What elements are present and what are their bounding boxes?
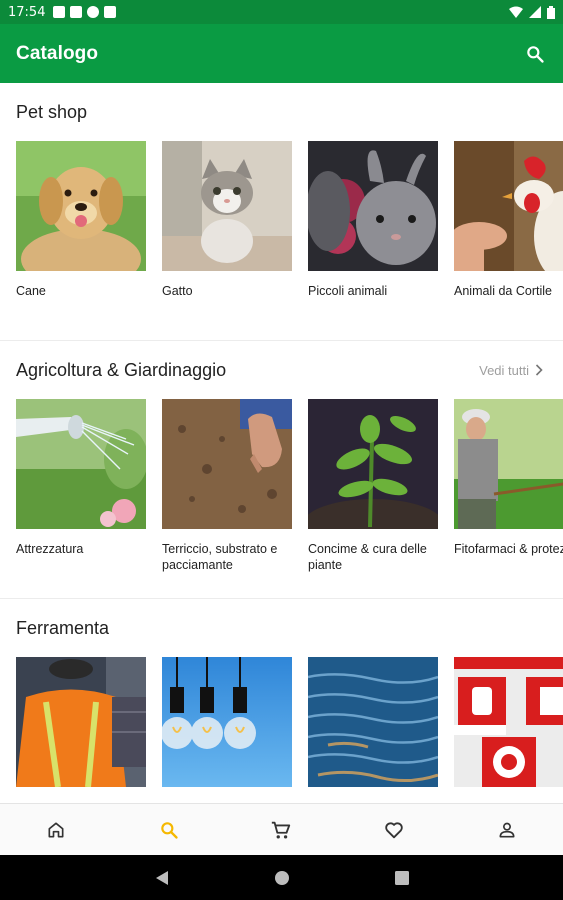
chevron-right-icon	[535, 364, 543, 376]
wifi-icon	[509, 6, 523, 18]
category-image-plant	[308, 399, 438, 529]
category-label: Cane	[16, 284, 46, 298]
section-pet-shop: Pet shop Cane Gatto Piccoli animali Anim…	[0, 83, 563, 341]
category-card-piccoli-animali[interactable]: Piccoli animali	[308, 141, 438, 323]
category-card-signs[interactable]	[454, 657, 563, 803]
category-card-water[interactable]	[308, 657, 438, 803]
notification-icon	[70, 6, 83, 18]
person-icon	[499, 822, 515, 837]
category-label: Animali da Cortile	[454, 284, 552, 298]
category-image-chicken	[454, 141, 563, 271]
category-card-animali-da-cortile[interactable]: Animali da Cortile	[454, 141, 563, 323]
system-navigation-bar	[0, 855, 563, 900]
signal-icon	[529, 6, 541, 18]
category-image-watering-can	[16, 399, 146, 529]
bottom-navigation	[0, 803, 563, 855]
category-card-fitofarmaci[interactable]: Fitofarmaci & protezione piante	[454, 399, 563, 581]
category-image-light-bulbs	[162, 657, 292, 787]
category-carousel[interactable]: Attrezzatura Terriccio, substrato e pacc…	[0, 399, 563, 581]
category-card-gatto[interactable]: Gatto	[162, 141, 292, 323]
category-card-cane[interactable]: Cane	[16, 141, 146, 323]
category-card-bulbs[interactable]	[162, 657, 292, 803]
heart-icon	[385, 821, 403, 838]
section-header: Agricoltura & Giardinaggio Vedi tutti	[0, 341, 563, 399]
section-header: Ferramenta	[0, 599, 563, 657]
category-card-concime[interactable]: Concime & cura delle piante	[308, 399, 438, 581]
notification-icon	[53, 6, 66, 18]
status-bar: 17:54	[0, 0, 563, 24]
nav-search[interactable]	[113, 804, 225, 856]
sd-card-icon	[104, 6, 117, 18]
category-carousel[interactable]	[0, 657, 563, 803]
search-icon	[161, 821, 178, 839]
search-button[interactable]	[523, 42, 547, 66]
search-icon	[527, 45, 544, 63]
app-bar: Catalogo	[0, 24, 563, 83]
section-title: Pet shop	[16, 101, 88, 122]
category-card-worker[interactable]	[16, 657, 146, 803]
category-image-cat	[162, 141, 292, 271]
nav-cart[interactable]	[225, 804, 337, 856]
section-ferramenta: Ferramenta	[0, 599, 563, 803]
catalog-content: Pet shop Cane Gatto Piccoli animali Anim…	[0, 83, 563, 803]
notification-icon	[87, 6, 100, 18]
cart-icon	[272, 821, 291, 839]
category-image-rabbit	[308, 141, 438, 271]
category-card-terriccio[interactable]: Terriccio, substrato e pacciamante	[162, 399, 292, 581]
category-label: Concime & cura delle piante	[308, 542, 427, 572]
category-label: Attrezzatura	[16, 542, 84, 556]
home-circle-icon	[274, 870, 289, 885]
recents-square-icon	[394, 870, 409, 885]
system-home-button[interactable]	[270, 866, 294, 890]
section-agricoltura: Agricoltura & Giardinaggio Vedi tutti At…	[0, 341, 563, 599]
category-card-attrezzatura[interactable]: Attrezzatura	[16, 399, 146, 581]
category-image-dog	[16, 141, 146, 271]
battery-icon	[547, 5, 555, 19]
nav-profile[interactable]	[451, 804, 563, 856]
back-triangle-icon	[155, 870, 168, 885]
see-all-link[interactable]: Vedi tutti	[479, 363, 543, 378]
status-time: 17:54	[8, 4, 46, 20]
category-image-worker	[16, 657, 146, 787]
category-image-soil	[162, 399, 292, 529]
home-icon	[48, 822, 64, 837]
category-label: Fitofarmaci & protezione piante	[454, 542, 563, 556]
nav-home[interactable]	[0, 804, 112, 856]
nav-favorites[interactable]	[338, 804, 450, 856]
section-title: Ferramenta	[16, 617, 110, 638]
category-image-water	[308, 657, 438, 787]
section-title: Agricoltura & Giardinaggio	[16, 359, 227, 380]
category-carousel[interactable]: Cane Gatto Piccoli animali Animali da Co…	[0, 141, 563, 323]
category-image-safety-signs	[454, 657, 563, 787]
system-recents-button[interactable]	[390, 866, 414, 890]
see-all-label: Vedi tutti	[479, 362, 529, 378]
category-image-sprayer	[454, 399, 563, 529]
category-label: Piccoli animali	[308, 284, 388, 298]
section-header: Pet shop	[0, 83, 563, 141]
page-title: Catalogo	[16, 42, 99, 64]
system-back-button[interactable]	[150, 866, 174, 890]
category-label: Gatto	[162, 284, 193, 298]
category-label: Terriccio, substrato e pacciamante	[162, 542, 278, 572]
